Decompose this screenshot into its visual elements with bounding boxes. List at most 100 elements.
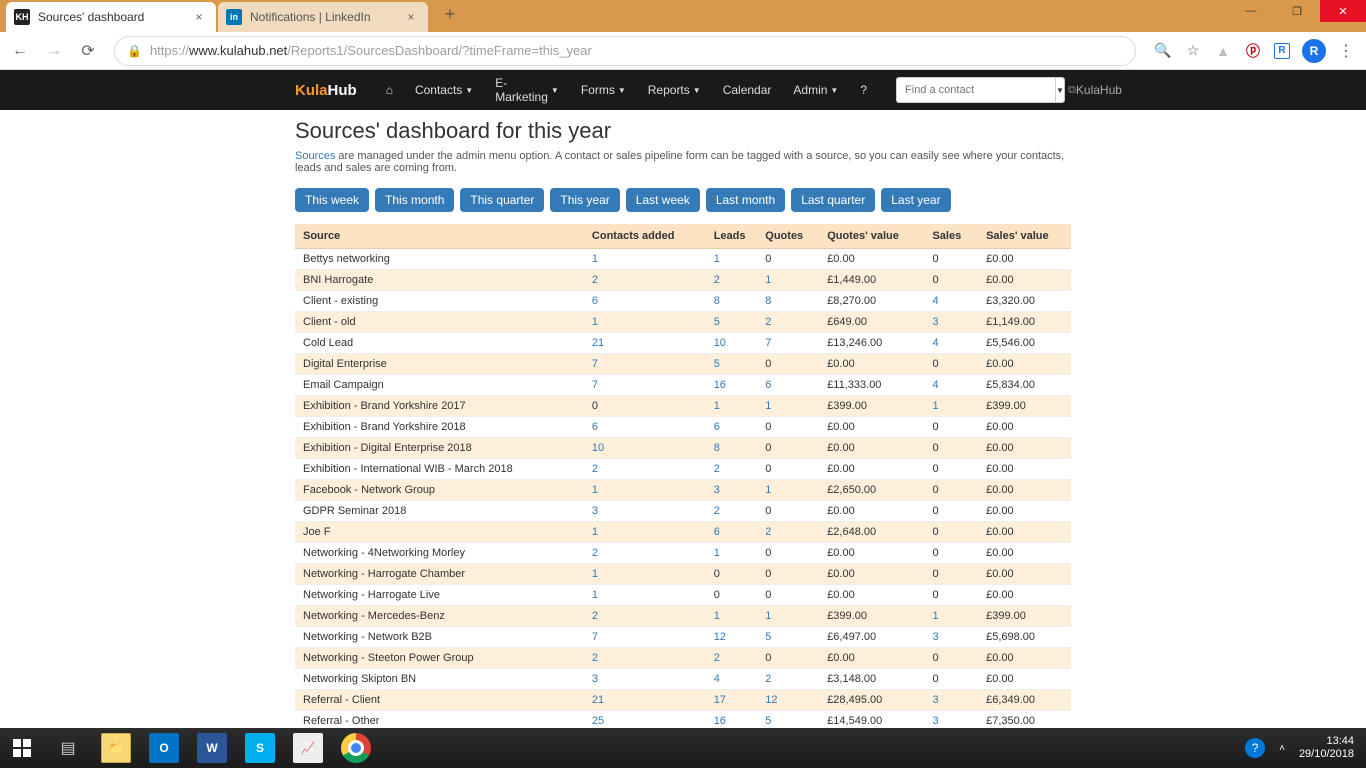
nav-admin[interactable]: Admin▼ [782,70,849,110]
timeframe-button[interactable]: Last quarter [791,188,875,212]
cell-link[interactable]: 5 [714,358,720,370]
cell-link[interactable]: 2 [765,673,771,685]
cell-link[interactable]: 1 [765,274,771,286]
col-quotes[interactable]: Quotes [757,224,819,249]
cell-link[interactable]: 2 [714,274,720,286]
cell-link[interactable]: 8 [765,295,771,307]
cell-link[interactable]: 3 [932,631,938,643]
maximize-button[interactable]: ❐ [1274,0,1320,22]
cell-link[interactable]: 3 [932,694,938,706]
task-view-button[interactable]: ▤ [44,728,92,768]
cell-link[interactable]: 1 [714,547,720,559]
close-window-button[interactable]: ✕ [1320,0,1366,22]
cell-link[interactable]: 6 [714,421,720,433]
zoom-icon[interactable]: 🔍 [1154,42,1172,60]
col-contacts[interactable]: Contacts added [584,224,706,249]
cell-link[interactable]: 1 [592,484,598,496]
find-contact-input[interactable] [896,77,1055,103]
timeframe-button[interactable]: This month [375,188,454,212]
brand-logo[interactable]: KulaHub [295,82,357,99]
browser-tab[interactable]: inNotifications | LinkedIn× [218,2,428,32]
bookmark-icon[interactable]: ☆ [1184,42,1202,60]
find-contact-dropdown[interactable]: ▼ [1055,77,1065,103]
nav-forms[interactable]: Forms▼ [570,70,637,110]
cell-link[interactable]: 2 [714,652,720,664]
nav-home[interactable]: ⌂ [375,70,404,110]
cell-link[interactable]: 2 [592,547,598,559]
timeframe-button[interactable]: Last week [626,188,700,212]
taskbar-word[interactable]: W [188,728,236,768]
nav-help[interactable]: ? [849,70,878,110]
help-tray-icon[interactable]: ? [1245,738,1265,758]
cell-link[interactable]: 7 [592,379,598,391]
cell-link[interactable]: 2 [592,610,598,622]
cell-link[interactable]: 2 [592,463,598,475]
taskbar-clock[interactable]: 13:44 29/10/2018 [1299,735,1354,761]
cell-link[interactable]: 3 [932,316,938,328]
taskbar-taskmgr[interactable]: 📈 [284,728,332,768]
nav-contacts[interactable]: Contacts▼ [404,70,484,110]
forward-button[interactable]: → [40,37,68,65]
new-tab-button[interactable]: + [436,0,464,28]
browser-tab[interactable]: KHSources' dashboard× [6,2,216,32]
cell-link[interactable]: 4 [932,295,938,307]
cell-link[interactable]: 17 [714,694,726,706]
cell-link[interactable]: 3 [932,715,938,727]
extension-icon[interactable]: R [1274,43,1290,59]
start-button[interactable] [0,728,44,768]
cell-link[interactable]: 7 [592,358,598,370]
cell-link[interactable]: 1 [592,316,598,328]
cell-link[interactable]: 1 [714,610,720,622]
cell-link[interactable]: 12 [714,631,726,643]
cell-link[interactable]: 6 [592,295,598,307]
nav-emarketing[interactable]: E-Marketing▼ [484,70,570,110]
col-sales[interactable]: Sales [924,224,978,249]
cell-link[interactable]: 5 [765,631,771,643]
cell-link[interactable]: 1 [714,253,720,265]
cell-link[interactable]: 3 [592,673,598,685]
cell-link[interactable]: 1 [765,400,771,412]
cell-link[interactable]: 1 [765,484,771,496]
cell-link[interactable]: 6 [714,526,720,538]
cell-link[interactable]: 6 [592,421,598,433]
cell-link[interactable]: 16 [714,379,726,391]
col-qval[interactable]: Quotes' value [819,224,924,249]
taskbar-outlook[interactable]: O [140,728,188,768]
cell-link[interactable]: 12 [765,694,777,706]
cell-link[interactable]: 7 [765,337,771,349]
cell-link[interactable]: 1 [592,568,598,580]
cell-link[interactable]: 21 [592,337,604,349]
cell-link[interactable]: 10 [714,337,726,349]
browser-menu-button[interactable]: ⋮ [1332,37,1360,65]
cell-link[interactable]: 5 [714,316,720,328]
col-source[interactable]: Source [295,224,584,249]
cell-link[interactable]: 1 [932,400,938,412]
timeframe-button[interactable]: This year [550,188,619,212]
cell-link[interactable]: 16 [714,715,726,727]
drive-icon[interactable]: ▲ [1214,42,1232,60]
cell-link[interactable]: 25 [592,715,604,727]
timeframe-button[interactable]: Last year [881,188,950,212]
close-tab-icon[interactable]: × [192,10,206,24]
cell-link[interactable]: 2 [592,274,598,286]
cell-link[interactable]: 4 [932,337,938,349]
tray-chevron-up-icon[interactable]: ˄ [1279,743,1285,754]
nav-calendar[interactable]: Calendar [712,70,783,110]
cell-link[interactable]: 2 [714,505,720,517]
nav-right-label[interactable]: KulaHub [1076,83,1122,97]
cell-link[interactable]: 1 [714,400,720,412]
reload-button[interactable]: ⟳ [74,37,102,65]
cell-link[interactable]: 8 [714,442,720,454]
col-leads[interactable]: Leads [706,224,758,249]
cell-link[interactable]: 8 [714,295,720,307]
col-sval[interactable]: Sales' value [978,224,1071,249]
cell-link[interactable]: 21 [592,694,604,706]
cell-link[interactable]: 1 [932,610,938,622]
minimize-button[interactable]: — [1228,0,1274,22]
cell-link[interactable]: 2 [592,652,598,664]
cell-link[interactable]: 4 [932,379,938,391]
timeframe-button[interactable]: This quarter [460,188,544,212]
cell-link[interactable]: 6 [765,379,771,391]
profile-avatar[interactable]: R [1302,39,1326,63]
cell-link[interactable]: 4 [714,673,720,685]
